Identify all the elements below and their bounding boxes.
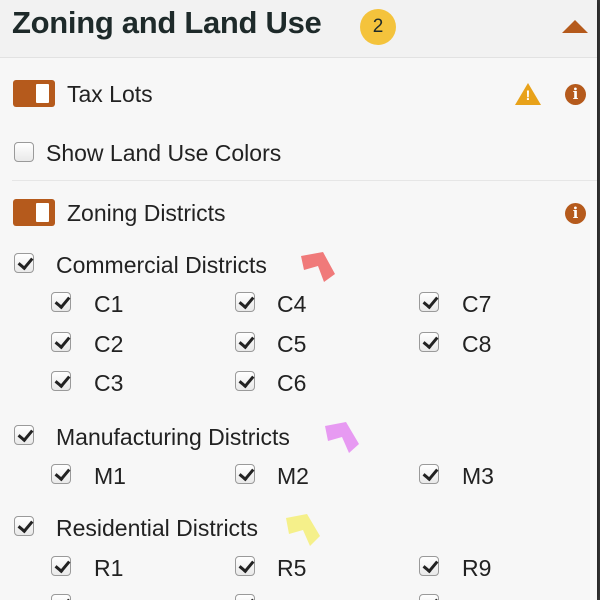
district-checkbox-r9[interactable] [419, 556, 439, 576]
district-label-m3: M3 [462, 463, 494, 489]
district-checkbox-c8[interactable] [419, 332, 439, 352]
district-label-c6: C6 [277, 370, 307, 396]
collapse-caret-icon[interactable] [562, 20, 588, 33]
district-label-c8: C8 [462, 331, 492, 357]
district-label-m1: M1 [94, 463, 126, 489]
tax-lots-label: Tax Lots [67, 81, 153, 107]
district-label-c7: C7 [462, 291, 492, 317]
tax-lots-toggle[interactable] [13, 80, 55, 107]
district-checkbox-partial[interactable] [419, 594, 439, 600]
district-label-c5: C5 [277, 331, 307, 357]
panel-header[interactable]: Zoning and Land Use 2 [0, 0, 597, 58]
district-checkbox-r5[interactable] [235, 556, 255, 576]
zoning-districts-info-icon[interactable]: i [565, 203, 586, 224]
district-checkbox-c4[interactable] [235, 292, 255, 312]
panel-title: Zoning and Land Use [12, 5, 322, 40]
zoning-panel: Zoning and Land Use 2 Tax Lots ! i Show … [0, 0, 597, 600]
residential-districts-label: Residential Districts [56, 515, 258, 541]
district-checkbox-c2[interactable] [51, 332, 71, 352]
residential-districts-checkbox[interactable] [14, 516, 34, 536]
district-label-m2: M2 [277, 463, 309, 489]
zoning-districts-label: Zoning Districts [67, 200, 226, 226]
district-label-r5: R5 [277, 555, 307, 581]
zoning-districts-toggle[interactable] [13, 199, 55, 226]
district-checkbox-c1[interactable] [51, 292, 71, 312]
district-checkbox-m2[interactable] [235, 464, 255, 484]
divider [12, 180, 597, 181]
district-checkbox-r1[interactable] [51, 556, 71, 576]
district-label-c4: C4 [277, 291, 307, 317]
manufacturing-districts-checkbox[interactable] [14, 425, 34, 445]
district-label-c1: C1 [94, 291, 124, 317]
commercial-color-swatch [301, 252, 335, 282]
district-checkbox-c3[interactable] [51, 371, 71, 391]
district-checkbox-m3[interactable] [419, 464, 439, 484]
district-checkbox-c5[interactable] [235, 332, 255, 352]
district-checkbox-c7[interactable] [419, 292, 439, 312]
district-label-c2: C2 [94, 331, 124, 357]
district-checkbox-partial[interactable] [51, 594, 71, 600]
district-checkbox-m1[interactable] [51, 464, 71, 484]
district-label-r9: R9 [462, 555, 492, 581]
commercial-districts-checkbox[interactable] [14, 253, 34, 273]
commercial-districts-label: Commercial Districts [56, 252, 267, 278]
district-checkbox-partial[interactable] [235, 594, 255, 600]
district-label-r1: R1 [94, 555, 124, 581]
land-use-colors-label: Show Land Use Colors [46, 140, 282, 166]
manufacturing-districts-label: Manufacturing Districts [56, 424, 290, 450]
count-badge: 2 [360, 9, 396, 45]
manufacturing-color-swatch [325, 422, 359, 453]
tax-lots-info-icon[interactable]: i [565, 84, 586, 105]
residential-color-swatch [286, 514, 320, 546]
district-checkbox-c6[interactable] [235, 371, 255, 391]
district-label-c3: C3 [94, 370, 124, 396]
land-use-colors-checkbox[interactable] [14, 142, 34, 162]
